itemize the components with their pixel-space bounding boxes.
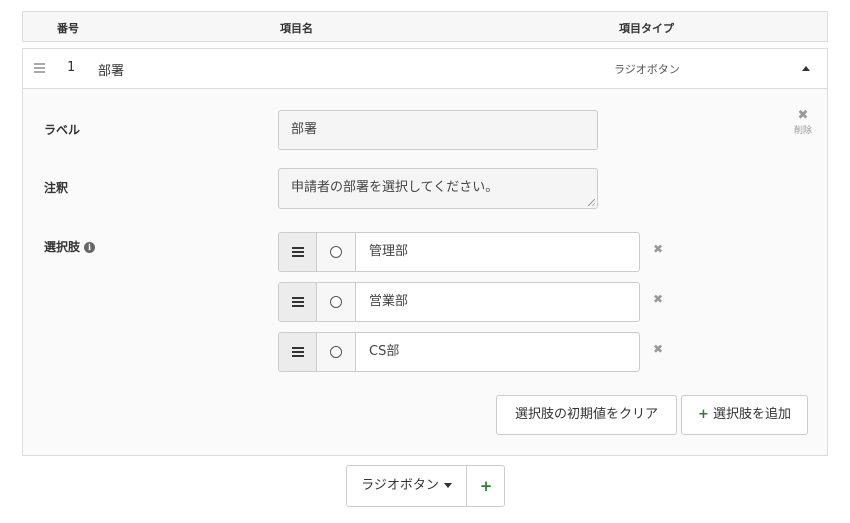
remove-choice-icon[interactable]: ✖ [653, 292, 663, 306]
radio-icon [330, 296, 342, 308]
resize-grip-icon[interactable] [588, 199, 595, 206]
item-type-dropdown-label: ラジオボタン [361, 478, 439, 493]
choice-input[interactable]: 管理部 [369, 233, 408, 271]
radio-icon [330, 246, 342, 258]
label-input-value: 部署 [291, 122, 318, 137]
drag-handle-icon[interactable] [279, 233, 317, 271]
header-number: 番号 [57, 22, 79, 35]
item-panel: 1 部署 ラジオボタン ✖ 削除 ラベル 部署 注釈 申請者の部署を選択してくだ… [22, 48, 828, 456]
table-header: 番号 項目名 項目タイプ [22, 11, 828, 42]
radio-icon [330, 346, 342, 358]
plus-icon: + [698, 407, 709, 422]
choice-row: CS部 [278, 332, 640, 372]
choices-label-text: 選択肢 [44, 240, 81, 254]
remove-choice-icon[interactable]: ✖ [653, 342, 663, 356]
note-field-label: 注釈 [44, 181, 69, 195]
note-textarea-value: 申請者の部署を選択してください。 [291, 180, 499, 195]
default-radio[interactable] [317, 333, 356, 371]
clear-default-button[interactable]: 選択肢の初期値をクリア [496, 395, 677, 435]
default-radio[interactable] [317, 283, 356, 321]
label-input[interactable]: 部署 [278, 110, 598, 150]
choice-input[interactable]: CS部 [369, 333, 399, 371]
plus-icon: + [479, 477, 493, 495]
chevron-down-icon [443, 483, 452, 488]
choices-field-label: 選択肢 i [44, 238, 96, 255]
item-number: 1 [67, 60, 76, 75]
drag-handle-icon[interactable] [34, 63, 45, 73]
drag-handle-icon[interactable] [279, 283, 317, 321]
item-type-dropdown[interactable]: ラジオボタン [347, 466, 467, 506]
item-type: ラジオボタン [614, 63, 680, 76]
delete-button[interactable]: ✖ 削除 [791, 108, 815, 136]
collapse-caret-icon[interactable] [802, 66, 810, 71]
info-icon[interactable]: i [84, 242, 96, 253]
add-item-group: ラジオボタン + [346, 465, 505, 507]
add-item-button[interactable]: + [468, 466, 504, 506]
header-item-name: 項目名 [280, 22, 313, 35]
add-choice-button[interactable]: + 選択肢を追加 [681, 395, 808, 435]
note-textarea[interactable]: 申請者の部署を選択してください。 [278, 168, 598, 209]
choice-row: 営業部 [278, 282, 640, 322]
item-header-row[interactable]: 1 部署 ラジオボタン [23, 49, 827, 89]
close-icon: ✖ [797, 108, 809, 123]
add-choice-label: 選択肢を追加 [712, 407, 791, 422]
delete-label: 削除 [793, 126, 812, 136]
remove-choice-icon[interactable]: ✖ [653, 242, 663, 256]
default-radio[interactable] [317, 233, 356, 271]
item-name: 部署 [98, 64, 125, 79]
label-field-label: ラベル [44, 123, 81, 137]
choice-input[interactable]: 営業部 [369, 283, 408, 321]
choice-row: 管理部 [278, 232, 640, 272]
header-item-type: 項目タイプ [619, 22, 674, 35]
drag-handle-icon[interactable] [279, 333, 317, 371]
